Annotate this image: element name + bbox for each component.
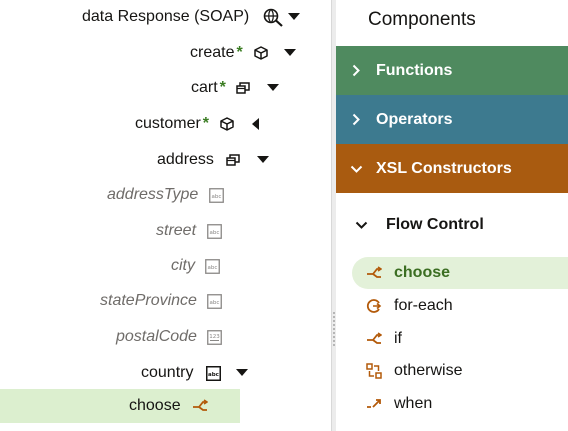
number-type-icon: 123 (207, 329, 223, 345)
object-icon (219, 116, 235, 132)
accordion-label: XSL Constructors (376, 159, 512, 177)
group-flow-control[interactable]: Flow Control (336, 206, 568, 244)
tree-node-label: street (156, 222, 197, 239)
root-menu-caret-icon[interactable] (288, 13, 301, 21)
tree-leaf-addressType[interactable]: addressType abc (107, 178, 224, 212)
svg-text:abc: abc (210, 300, 220, 306)
tree-node-label: country (141, 364, 194, 381)
string-type-icon: abc (207, 293, 223, 309)
tree-leaf-city[interactable]: city abc (171, 249, 220, 283)
tree-root-row[interactable]: data Response (SOAP) (82, 0, 301, 34)
accordion-functions[interactable]: Functions (336, 46, 568, 95)
chevron-right-icon (336, 113, 376, 126)
component-choose[interactable]: choose (352, 257, 568, 289)
component-label: for-each (394, 297, 453, 314)
expand-caret-icon[interactable] (256, 153, 270, 167)
if-branch-icon (366, 331, 382, 347)
svg-text:abc: abc (209, 230, 219, 236)
components-palette: Components Functions Operators XSL Const… (336, 0, 568, 431)
tree-root-label: data Response (SOAP) (82, 8, 250, 25)
component-label: if (394, 330, 402, 347)
expand-caret-icon[interactable] (266, 81, 280, 95)
chevron-right-icon (336, 64, 376, 77)
svg-text:abc: abc (207, 265, 217, 271)
panel-title: Components (368, 9, 476, 30)
string-type-icon: abc (205, 365, 221, 381)
component-for-each[interactable]: for-each (352, 290, 568, 322)
tree-leaf-stateProvince[interactable]: stateProvince abc (100, 284, 223, 318)
tree-node-label: address (157, 151, 214, 168)
tree-node-label: city (171, 257, 195, 274)
accordion-label: Functions (376, 61, 453, 79)
tree-node-label: choose (129, 397, 181, 414)
tree-node-country[interactable]: country abc (141, 356, 249, 390)
tree-node-label: stateProvince (100, 292, 197, 309)
tree-node-label: create (190, 44, 235, 61)
svg-text:abc: abc (211, 194, 221, 200)
choose-flow-icon (366, 265, 382, 281)
svg-text:123: 123 (210, 334, 221, 340)
tree-node-address[interactable]: address (157, 143, 270, 177)
chevron-down-icon (336, 165, 376, 173)
tree-leaf-postalCode[interactable]: postalCode 123 (116, 320, 223, 354)
tree-node-label: cart (191, 79, 218, 96)
splitter-grip-icon[interactable] (333, 312, 335, 346)
tree-node-customer[interactable]: customer * (135, 107, 263, 141)
component-when[interactable]: when (352, 388, 568, 420)
chevron-down-icon (336, 221, 386, 229)
object-icon (253, 45, 269, 61)
mapper-target-tree: data Response (SOAP) create * cart * cus… (0, 0, 331, 431)
svg-text:abc: abc (208, 372, 219, 378)
expand-caret-icon[interactable] (283, 46, 297, 60)
collection-icon (226, 152, 242, 168)
required-marker: * (236, 44, 243, 61)
component-label: otherwise (394, 362, 463, 379)
expand-caret-icon[interactable] (235, 366, 249, 380)
otherwise-icon (366, 363, 382, 379)
required-marker: * (219, 79, 226, 96)
string-type-icon: abc (206, 223, 222, 239)
component-label: choose (394, 264, 451, 281)
for-each-loop-icon (366, 298, 382, 314)
accordion-operators[interactable]: Operators (336, 95, 568, 144)
accordion-label: Operators (376, 110, 453, 128)
required-marker: * (202, 115, 210, 132)
choose-flow-icon (192, 398, 208, 414)
string-type-icon: abc (204, 258, 220, 274)
tree-leaf-street[interactable]: street abc (156, 214, 222, 248)
tree-node-label: postalCode (116, 328, 197, 345)
tree-node-label: addressType (107, 186, 199, 203)
globe-search-icon[interactable] (263, 7, 285, 27)
tree-node-cart[interactable]: cart * (191, 71, 280, 105)
tree-node-label: customer (135, 115, 201, 132)
component-if[interactable]: if (352, 323, 568, 355)
group-label: Flow Control (386, 216, 484, 233)
tree-node-choose[interactable]: choose (129, 389, 208, 423)
tree-node-create[interactable]: create * (190, 36, 297, 70)
collapse-caret-icon[interactable] (249, 117, 263, 131)
component-label: when (394, 395, 433, 412)
accordion-xsl-constructors[interactable]: XSL Constructors (336, 144, 568, 193)
collection-icon (236, 80, 252, 96)
component-otherwise[interactable]: otherwise (352, 355, 568, 387)
string-type-icon: abc (208, 187, 224, 203)
when-arrow-icon (366, 396, 382, 412)
